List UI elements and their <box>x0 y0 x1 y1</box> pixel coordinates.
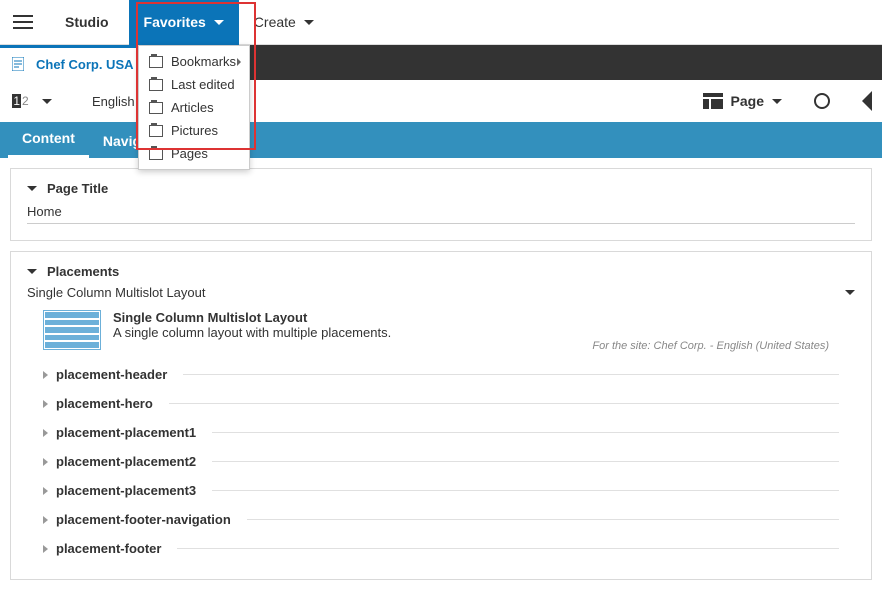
divider <box>183 374 839 375</box>
placement-label: placement-placement2 <box>56 454 196 469</box>
chevron-down-icon[interactable] <box>845 290 855 295</box>
layout-title: Single Column Multislot Layout <box>113 310 839 325</box>
divider <box>169 403 839 404</box>
page-type-selector[interactable]: Page <box>703 93 782 109</box>
folder-icon <box>149 125 163 137</box>
placement-row[interactable]: placement-placement1 <box>27 418 855 447</box>
folder-icon <box>149 79 163 91</box>
chevron-down-icon <box>214 20 224 25</box>
placement-row[interactable]: placement-hero <box>27 389 855 418</box>
favorites-dropdown: Bookmarks Last edited Articles Pictures … <box>138 45 250 170</box>
placement-label: placement-placement3 <box>56 483 196 498</box>
folder-icon <box>149 56 163 68</box>
placement-label: placement-hero <box>56 396 153 411</box>
placement-row[interactable]: placement-placement3 <box>27 476 855 505</box>
placement-label: placement-footer-navigation <box>56 512 231 527</box>
chevron-down-icon <box>27 269 37 274</box>
top-bar: Studio Favorites Create Bookmarks Last e… <box>0 0 882 45</box>
chevron-right-icon <box>43 516 48 524</box>
folder-icon <box>149 148 163 160</box>
brand-label: Studio <box>45 14 129 30</box>
layout-description-block: Single Column Multislot Layout A single … <box>27 302 855 360</box>
page-title-header[interactable]: Page Title <box>27 177 855 200</box>
favorites-last-edited-item[interactable]: Last edited <box>139 73 249 96</box>
placement-label: placement-header <box>56 367 167 382</box>
favorites-label: Favorites <box>144 14 206 30</box>
menu-button[interactable] <box>0 15 45 29</box>
favorites-pictures-item[interactable]: Pictures <box>139 119 249 142</box>
toolbar: 12 English (Uni Page <box>0 80 882 122</box>
dd-label: Bookmarks <box>171 54 236 69</box>
divider <box>212 461 839 462</box>
favorites-bookmarks-item[interactable]: Bookmarks <box>139 50 249 73</box>
layout-name: Single Column Multislot Layout <box>27 285 205 300</box>
divider <box>177 548 839 549</box>
favorites-pages-item[interactable]: Pages <box>139 142 249 165</box>
dd-label: Pictures <box>171 123 218 138</box>
column-toggle[interactable]: 12 <box>10 92 32 110</box>
chevron-right-icon <box>43 371 48 379</box>
favorites-menu-button[interactable]: Favorites <box>129 0 239 45</box>
chevron-right-icon <box>43 400 48 408</box>
page-title-label: Page Title <box>47 181 108 196</box>
chevron-right-icon <box>43 429 48 437</box>
lightbulb-icon[interactable] <box>814 93 830 109</box>
chevron-right-icon <box>43 545 48 553</box>
placement-row[interactable]: placement-footer-navigation <box>27 505 855 534</box>
document-tab-strip: Chef Corp. USA Home <box>0 45 882 80</box>
layout-desc: A single column layout with multiple pla… <box>113 325 839 340</box>
favorites-articles-item[interactable]: Articles <box>139 96 249 119</box>
create-label: Create <box>254 14 296 30</box>
chevron-down-icon[interactable] <box>42 99 52 104</box>
placements-panel: Placements Single Column Multislot Layou… <box>10 251 872 580</box>
tab-content[interactable]: Content <box>8 121 89 158</box>
chevron-right-icon <box>43 458 48 466</box>
placements-list: placement-header placement-hero placement-… <box>27 360 855 563</box>
dd-label: Articles <box>171 100 214 115</box>
page-title-input[interactable]: Home <box>27 200 855 224</box>
chevron-right-icon <box>43 487 48 495</box>
placements-header[interactable]: Placements <box>27 260 855 283</box>
dd-label: Last edited <box>171 77 235 92</box>
folder-icon <box>149 102 163 114</box>
page-type-label: Page <box>731 93 764 109</box>
divider <box>247 519 839 520</box>
placement-label: placement-footer <box>56 541 161 556</box>
page-title-panel: Page Title Home <box>10 168 872 241</box>
chevron-down-icon <box>27 186 37 191</box>
page-icon <box>12 57 24 71</box>
placement-row[interactable]: placement-footer <box>27 534 855 563</box>
layout-site-note: For the site: Chef Corp. - English (Unit… <box>113 340 839 352</box>
placement-label: placement-placement1 <box>56 425 196 440</box>
layout-icon <box>703 93 723 109</box>
placement-row[interactable]: placement-header <box>27 360 855 389</box>
placements-label: Placements <box>47 264 119 279</box>
collapse-panel-button[interactable] <box>862 91 872 111</box>
layout-swatch-icon <box>43 310 101 350</box>
placement-row[interactable]: placement-placement2 <box>27 447 855 476</box>
create-menu-button[interactable]: Create <box>239 0 329 45</box>
chevron-down-icon <box>304 20 314 25</box>
dd-label: Pages <box>171 146 208 161</box>
divider <box>212 432 839 433</box>
chevron-down-icon <box>772 99 782 104</box>
content-tabs: Content Navigation <box>0 122 882 158</box>
divider <box>212 490 839 491</box>
